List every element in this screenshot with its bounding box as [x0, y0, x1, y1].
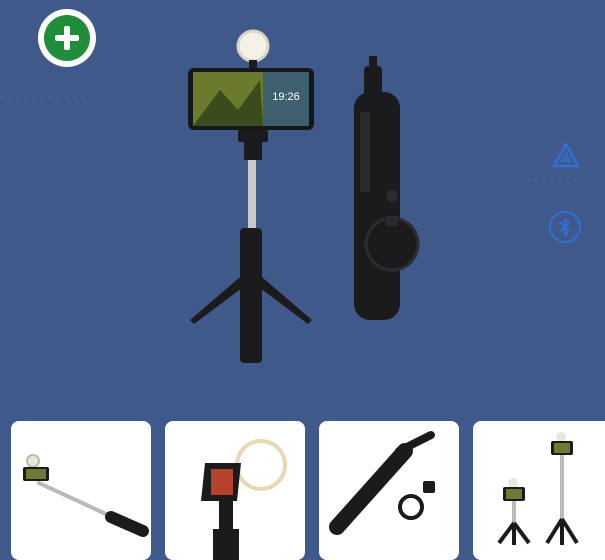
thumb-extended-selfie-stick[interactable]	[11, 421, 151, 560]
bluetooth-badge	[549, 211, 581, 243]
phone-clock: 19:26	[272, 91, 300, 103]
faint-caption: · · · · · · · · · · ·	[0, 92, 86, 103]
phone-mockup: 19:26	[188, 68, 314, 130]
plus-circle-icon	[44, 15, 90, 61]
hero-product-image: 19:26	[180, 20, 440, 370]
ring-light-icon	[236, 29, 270, 68]
bluetooth-icon	[559, 218, 570, 236]
thumb-tripod-heights[interactable]	[473, 421, 605, 560]
thumb-ring-light-closeup[interactable]	[165, 421, 305, 560]
triangle-logo-icon	[551, 141, 581, 170]
thumb-folded-stick-with-remote[interactable]	[319, 421, 459, 560]
brand-wordmark: • • • • • • • • • •	[526, 178, 601, 184]
add-button[interactable]	[38, 9, 96, 67]
